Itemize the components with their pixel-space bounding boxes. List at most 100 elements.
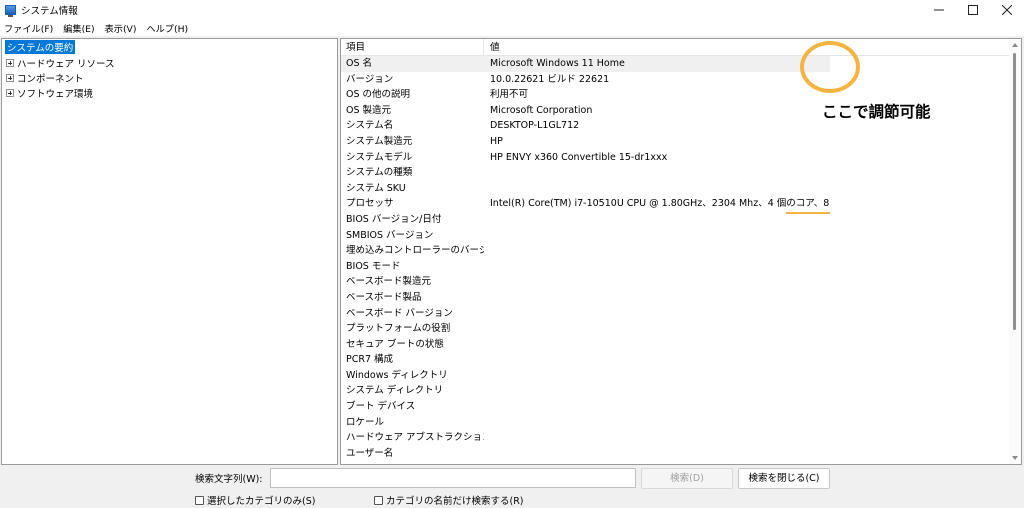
row-item: システム SKU (346, 182, 406, 194)
row-item: 埋め込みコントローラーのバージョン (346, 245, 484, 257)
row-item: BIOS バージョン/日付 (346, 213, 442, 225)
row-item: ユーザー名 (346, 447, 394, 459)
row-value: Microsoft Corporation (490, 104, 593, 116)
category-names-only-option[interactable]: カテゴリの名前だけ検索する(R) (374, 493, 524, 507)
close-button[interactable] (990, 0, 1024, 19)
tree-item-system-summary[interactable]: システムの要約 (5, 40, 76, 54)
menu-view[interactable]: 表示(V) (100, 21, 142, 35)
table-row[interactable]: プラットフォームの役割 (341, 321, 1009, 337)
expand-icon[interactable] (6, 58, 14, 67)
row-value: Intel(R) Core(TM) i7-10510U CPU @ 1.80GH… (490, 198, 830, 210)
row-item: バージョン (346, 73, 394, 85)
vertical-scrollbar[interactable] (1009, 39, 1021, 464)
table-row[interactable]: ユーザー名 (341, 446, 1009, 462)
category-names-checkbox[interactable] (374, 495, 383, 505)
category-tree[interactable]: システムの要約 ハードウェア リソース コンポーネント ソフトウェア環境 (1, 38, 338, 465)
table-row[interactable]: 埋め込みコントローラーのバージョン (341, 243, 1009, 259)
list-header: 項目 値 (341, 39, 1009, 56)
table-row[interactable]: ベースボード製品 (341, 290, 1009, 306)
table-row[interactable]: ベースボード バージョン (341, 306, 1009, 322)
row-item: セキュア ブートの状態 (346, 338, 444, 350)
menu-edit[interactable]: 編集(E) (58, 21, 99, 35)
menu-file[interactable]: ファイル(F) (0, 21, 58, 35)
row-item: プロセッサ (346, 198, 394, 210)
row-item: OS 製造元 (346, 104, 392, 116)
row-item: ベースボード バージョン (346, 307, 453, 319)
tree-item-hardware-resources[interactable]: ハードウェア リソース (2, 55, 115, 70)
tree-item-components[interactable]: コンポーネント (2, 70, 84, 85)
search-input[interactable] (270, 468, 636, 488)
row-item: PCR7 構成 (346, 354, 394, 366)
tree-item-label: ソフトウェア環境 (17, 88, 94, 100)
table-row[interactable]: バージョン 10.0.22621 ビルド 22621 (341, 72, 1009, 88)
row-item: システム製造元 (346, 135, 413, 147)
table-row[interactable]: ハードウェア アブストラクション レイ... (341, 430, 1009, 446)
category-names-label: カテゴリの名前だけ検索する(R) (386, 496, 524, 507)
expand-icon[interactable] (6, 88, 14, 97)
selected-category-only-option[interactable]: 選択したカテゴリのみ(S) (195, 493, 315, 507)
row-item: ブート デバイス (346, 401, 416, 413)
table-row[interactable]: ベースボード製造元 (341, 274, 1009, 290)
table-row[interactable]: セキュア ブートの状態 (341, 337, 1009, 353)
close-icon (1002, 4, 1012, 15)
row-value: HP (490, 135, 503, 147)
maximize-button[interactable] (956, 0, 990, 19)
table-row[interactable]: OS 名 Microsoft Windows 11 Home (341, 56, 1009, 72)
row-item: Windows ディレクトリ (346, 369, 448, 381)
row-value: 10.0.22621 ビルド 22621 (490, 73, 610, 85)
column-header-item[interactable]: 項目 (341, 39, 484, 56)
tree-item-label: ハードウェア リソース (17, 58, 115, 70)
scroll-thumb[interactable] (1013, 53, 1016, 330)
maximize-icon (968, 4, 978, 15)
system-information-icon (5, 4, 16, 17)
table-row[interactable]: システム ディレクトリ (341, 383, 1009, 399)
row-item: SMBIOS バージョン (346, 229, 434, 241)
annotation-circle (800, 41, 860, 93)
row-item: ベースボード製品 (346, 291, 422, 303)
row-value: HP ENVY x360 Convertible 15-dr1xxx (490, 151, 668, 163)
row-item: ハードウェア アブストラクション レイ... (346, 432, 484, 444)
row-item: システムの種類 (346, 167, 413, 179)
row-item: システム名 (346, 120, 394, 132)
search-button[interactable]: 検索(D) (641, 468, 733, 489)
table-row[interactable]: システム SKU (341, 181, 1009, 197)
table-row[interactable]: システムの種類 (341, 165, 1009, 181)
row-value: DESKTOP-L1GL712 (490, 120, 580, 132)
expand-icon[interactable] (6, 73, 14, 82)
table-row[interactable]: システム製造元 HP (341, 134, 1009, 150)
table-row[interactable]: Windows ディレクトリ (341, 368, 1009, 384)
table-row[interactable]: ブート デバイス (341, 399, 1009, 415)
row-item: BIOS モード (346, 260, 401, 272)
row-item: システム ディレクトリ (346, 385, 444, 397)
tree-item-label: コンポーネント (17, 73, 84, 85)
tree-item-software-environment[interactable]: ソフトウェア環境 (2, 85, 93, 100)
scroll-down-icon[interactable] (1012, 456, 1018, 460)
table-row[interactable]: BIOS バージョン/日付 (341, 212, 1009, 228)
table-row[interactable]: PCR7 構成 (341, 352, 1009, 368)
selected-category-label: 選択したカテゴリのみ(S) (207, 496, 316, 507)
minimize-icon (934, 9, 944, 10)
row-item: ベースボード製造元 (346, 276, 432, 288)
annotation-text: ここで調節可能 (822, 103, 931, 121)
row-value: Microsoft Windows 11 Home (490, 58, 625, 69)
row-item: プラットフォームの役割 (346, 323, 451, 335)
row-item: システムモデル (346, 151, 413, 163)
row-item: OS 名 (346, 58, 373, 69)
table-row[interactable]: SMBIOS バージョン (341, 228, 1009, 244)
table-row[interactable]: システムモデル HP ENVY x360 Convertible 15-dr1xx… (341, 150, 1009, 166)
table-row[interactable]: ロケール (341, 415, 1009, 431)
row-item: OS の他の説明 (346, 89, 411, 101)
menu-help[interactable]: ヘルプ(H) (141, 21, 193, 35)
table-row[interactable]: プロセッサ Intel(R) Core(TM) i7-10510U CPU @ 1… (341, 196, 1009, 212)
close-search-button[interactable]: 検索を閉じる(C) (738, 468, 830, 489)
title-bar: システム情報 (0, 0, 1024, 19)
row-item: ロケール (346, 416, 385, 428)
table-row[interactable]: BIOS モード (341, 259, 1009, 275)
window-title: システム情報 (21, 5, 78, 17)
annotation-underline (786, 212, 830, 214)
minimize-button[interactable] (922, 0, 956, 19)
selected-category-checkbox[interactable] (195, 495, 204, 505)
search-label: 検索文字列(W): (195, 474, 263, 485)
window-controls (922, 0, 1024, 19)
scroll-up-icon[interactable] (1012, 43, 1018, 47)
